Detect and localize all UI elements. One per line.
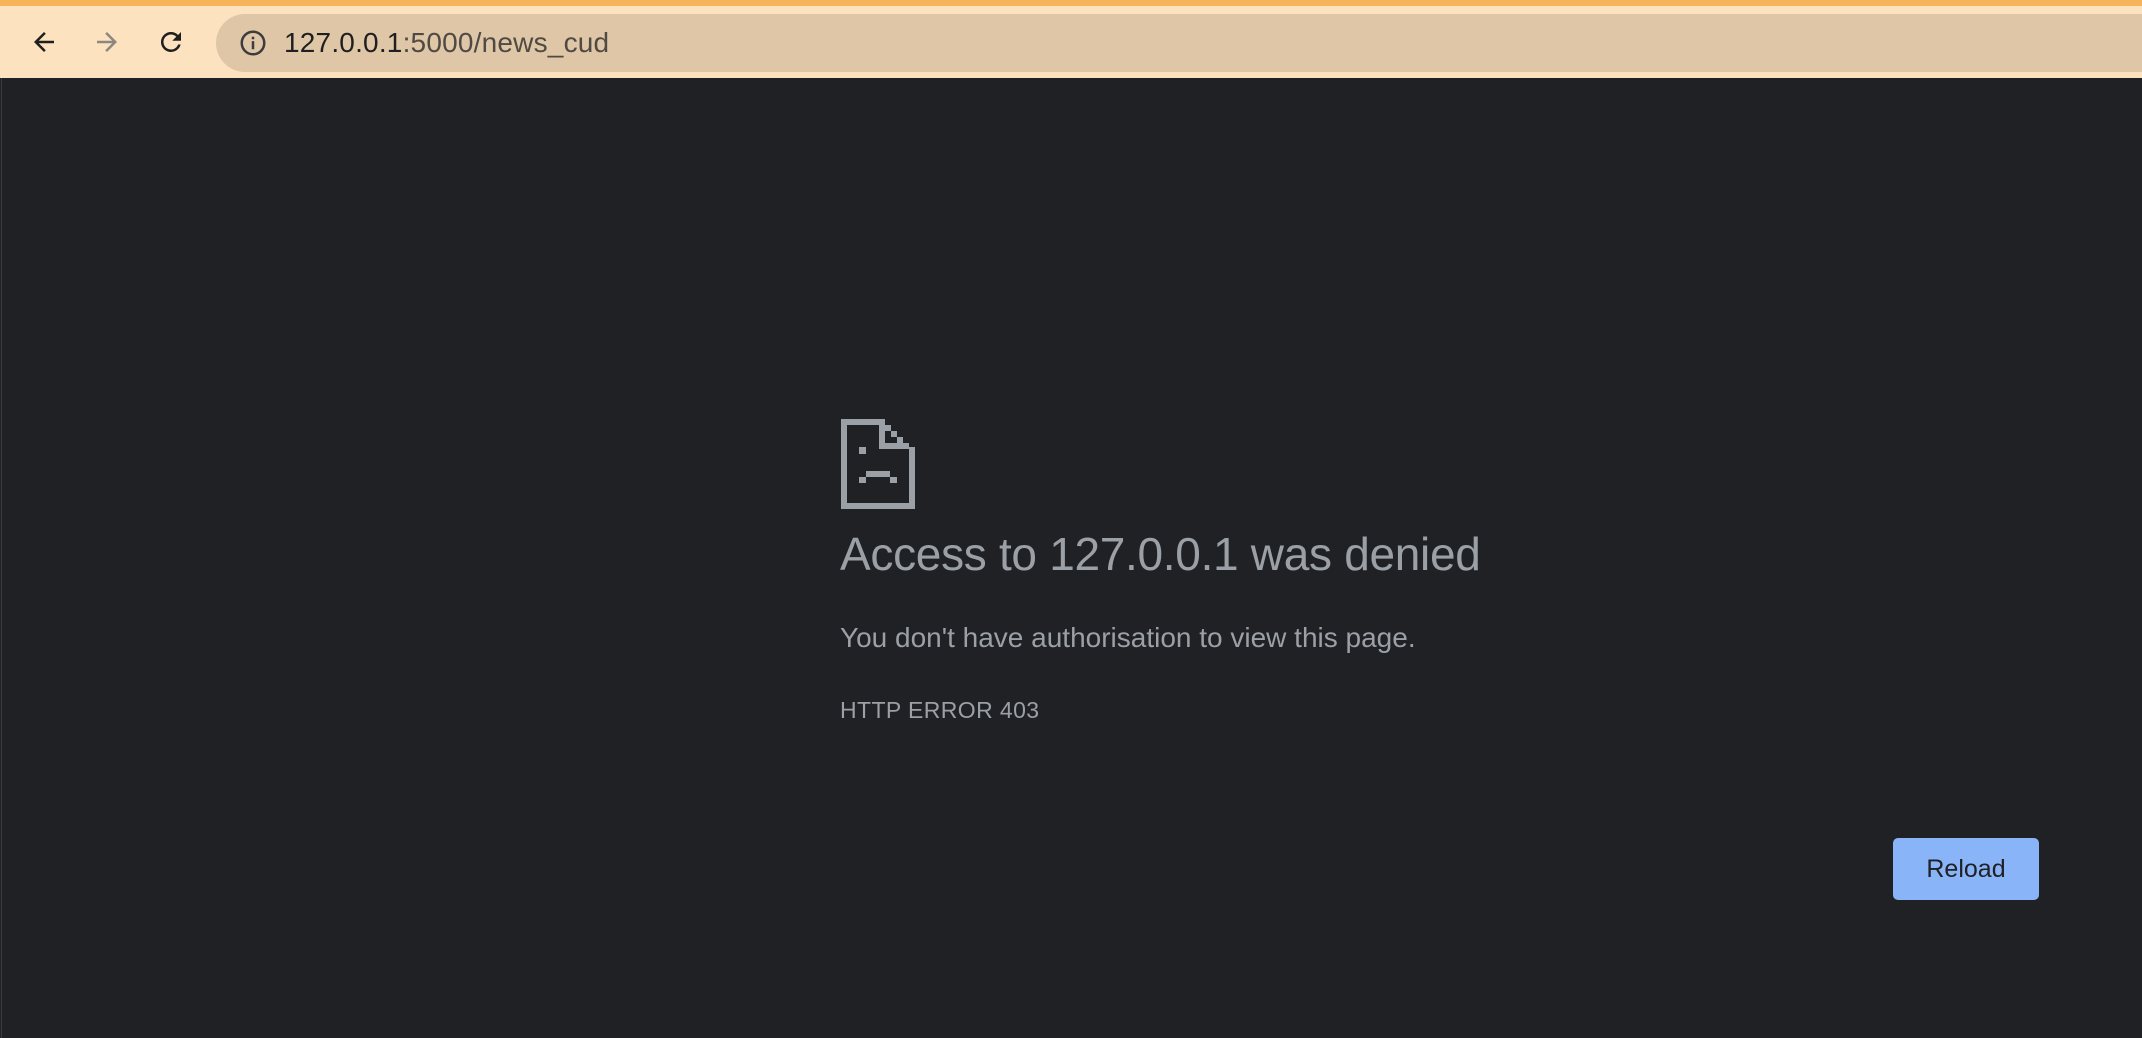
back-button[interactable]: [22, 20, 66, 64]
error-headline: Access to 127.0.0.1 was denied: [840, 528, 1481, 580]
error-code: HTTP ERROR 403: [840, 697, 1040, 723]
browser-toolbar: 127.0.0.1:5000/news_cud: [0, 0, 2142, 78]
forward-button[interactable]: [85, 20, 129, 64]
arrow-right-icon: [97, 32, 117, 52]
arrow-left-icon: [34, 32, 54, 52]
sad-page-icon: [841, 419, 915, 509]
reload-button[interactable]: Reload: [1893, 838, 2039, 900]
reload-icon: [160, 31, 181, 52]
url-text[interactable]: 127.0.0.1:5000/news_cud: [284, 28, 609, 58]
address-bar[interactable]: 127.0.0.1:5000/news_cud: [216, 14, 2142, 72]
info-circle-icon[interactable]: [238, 28, 268, 58]
reload-page-button[interactable]: [149, 20, 193, 64]
url-host: 127.0.0.1: [284, 27, 403, 58]
url-path: :5000/news_cud: [402, 27, 610, 58]
error-description: You don't have authorisation to view thi…: [840, 622, 1416, 653]
